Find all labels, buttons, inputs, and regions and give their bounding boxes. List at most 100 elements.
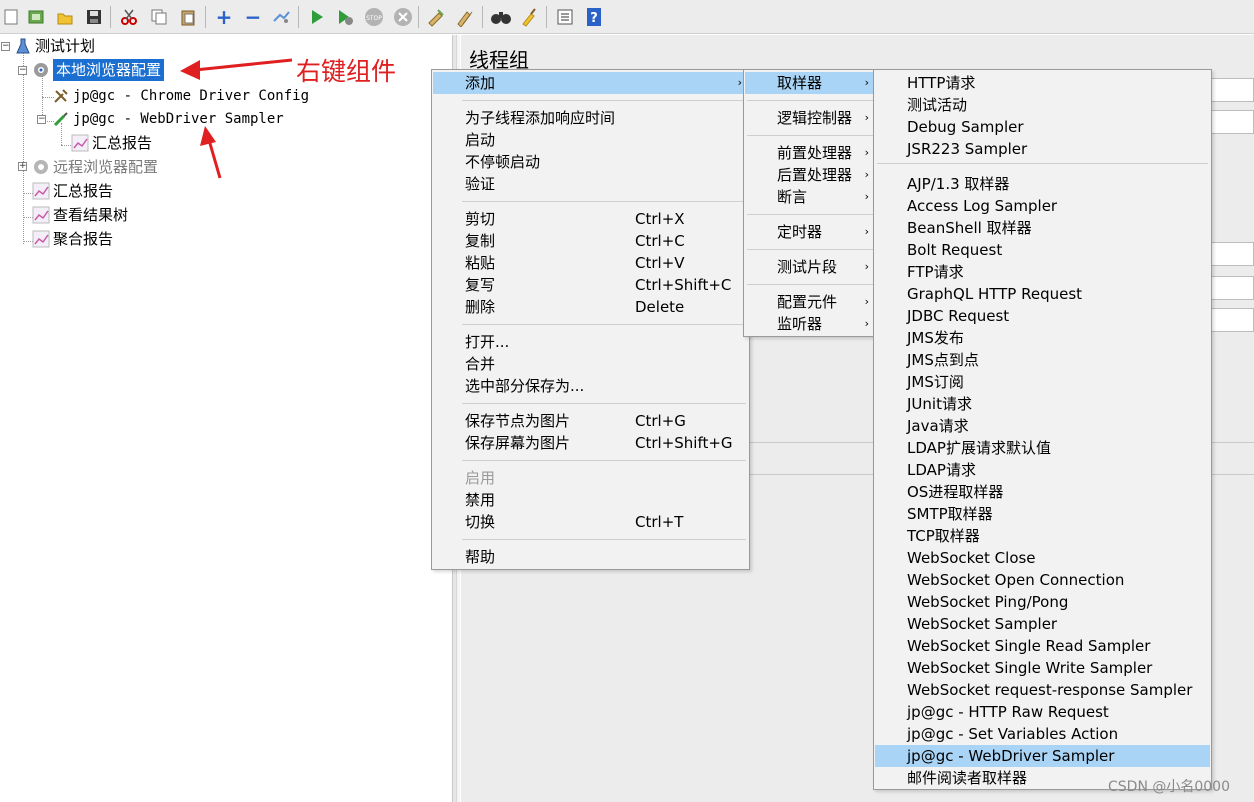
menu-item-sampler-option[interactable]: LDAP扩展请求默认值 bbox=[875, 437, 1210, 459]
templates-icon[interactable] bbox=[25, 6, 47, 28]
menu-item-assertion[interactable]: 断言 › bbox=[745, 186, 875, 208]
chart-icon bbox=[71, 134, 89, 152]
tree-node-remote-browser-config[interactable]: 远程浏览器配置 bbox=[32, 156, 158, 178]
menu-item-duplicate[interactable]: 复写 Ctrl+Shift+C bbox=[433, 274, 748, 296]
menu-item-test-fragment[interactable]: 测试片段 › bbox=[745, 256, 875, 278]
threads-field[interactable] bbox=[1210, 242, 1254, 266]
reset-search-icon[interactable] bbox=[518, 6, 540, 28]
menu-item-sampler-option[interactable]: LDAP请求 bbox=[875, 459, 1210, 481]
tree-node-label: 本地浏览器配置 bbox=[53, 59, 165, 81]
menu-item-sampler-option[interactable]: Access Log Sampler bbox=[875, 195, 1210, 217]
menu-item-listener[interactable]: 监听器 › bbox=[745, 313, 875, 335]
menu-item-sampler-option[interactable]: jp@gc - Set Variables Action bbox=[875, 723, 1210, 745]
menu-item-add-response-time[interactable]: 为子线程添加响应时间 bbox=[433, 107, 748, 129]
menu-item-timer[interactable]: 定时器 › bbox=[745, 221, 875, 243]
context-menu: 添加 › 为子线程添加响应时间 启动 不停顿启动 验证 剪切 Ctrl+X 复制 Ct… bbox=[431, 69, 750, 570]
menu-item-sampler-option[interactable]: OS进程取样器 bbox=[875, 481, 1210, 503]
function-helper-icon[interactable] bbox=[554, 6, 576, 28]
collapse-icon[interactable]: − bbox=[242, 6, 264, 28]
menu-item-save-selection-as[interactable]: 选中部分保存为... bbox=[433, 375, 748, 397]
save-icon[interactable] bbox=[83, 6, 105, 28]
menu-item-sampler-option[interactable]: BeanShell 取样器 bbox=[875, 217, 1210, 239]
start-no-pause-icon[interactable] bbox=[334, 6, 356, 28]
search-icon[interactable] bbox=[490, 6, 512, 28]
tree-expander-remote-browser[interactable]: + bbox=[18, 162, 27, 171]
menu-item-sampler-option[interactable]: WebSocket Open Connection bbox=[875, 569, 1210, 591]
tree-node-webdriver-sampler[interactable]: jp@gc - WebDriver Sampler bbox=[52, 108, 284, 130]
menu-item-sampler-option[interactable]: Bolt Request bbox=[875, 239, 1210, 261]
copy-icon[interactable] bbox=[148, 6, 170, 28]
help-icon[interactable]: ? bbox=[583, 6, 605, 28]
menu-item-sampler-option[interactable]: Debug Sampler bbox=[875, 116, 1210, 138]
clear-all-icon[interactable] bbox=[454, 6, 476, 28]
menu-item-add[interactable]: 添加 › bbox=[433, 72, 748, 94]
menu-item-sampler-option[interactable]: JSR223 Sampler bbox=[875, 138, 1210, 160]
menu-item-toggle[interactable]: 切换 Ctrl+T bbox=[433, 511, 748, 533]
clear-icon[interactable] bbox=[425, 6, 447, 28]
toggle-icon[interactable] bbox=[270, 6, 292, 28]
menu-item-validate[interactable]: 验证 bbox=[433, 173, 748, 195]
menu-item-sampler-option[interactable]: AJP/1.3 取样器 bbox=[875, 173, 1210, 195]
stop-icon[interactable]: STOP bbox=[363, 6, 385, 28]
menu-item-start[interactable]: 启动 bbox=[433, 129, 748, 151]
tree-root-expander[interactable]: − bbox=[1, 42, 10, 51]
menu-item-sampler-option[interactable]: JMS订阅 bbox=[875, 371, 1210, 393]
paste-icon[interactable] bbox=[177, 6, 199, 28]
menu-item-disable[interactable]: 禁用 bbox=[433, 489, 748, 511]
menu-item-open[interactable]: 打开... bbox=[433, 331, 748, 353]
menu-item-sampler-option[interactable]: WebSocket Close bbox=[875, 547, 1210, 569]
menu-item-save-screen-as-image[interactable]: 保存屏幕为图片 Ctrl+Shift+G bbox=[433, 432, 748, 454]
menu-item-sampler-option[interactable]: jp@gc - WebDriver Sampler bbox=[875, 745, 1210, 767]
menu-item-pre-processor[interactable]: 前置处理器 › bbox=[745, 142, 875, 164]
cut-icon[interactable] bbox=[118, 6, 140, 28]
menu-item-sampler-option[interactable]: WebSocket request-response Sampler bbox=[875, 679, 1210, 701]
menu-item-sampler-option[interactable]: GraphQL HTTP Request bbox=[875, 283, 1210, 305]
menu-item-sampler[interactable]: 取样器 › bbox=[745, 72, 875, 94]
menu-item-sampler-option[interactable]: JUnit请求 bbox=[875, 393, 1210, 415]
menu-item-sampler-option[interactable]: 测试活动 bbox=[875, 94, 1210, 116]
menu-item-post-processor[interactable]: 后置处理器 › bbox=[745, 164, 875, 186]
expand-icon[interactable]: + bbox=[213, 6, 235, 28]
menu-item-sampler-option[interactable]: TCP取样器 bbox=[875, 525, 1210, 547]
loop-count-field[interactable] bbox=[1210, 308, 1254, 332]
menu-item-sampler-option[interactable]: SMTP取样器 bbox=[875, 503, 1210, 525]
menu-item-paste[interactable]: 粘贴 Ctrl+V bbox=[433, 252, 748, 274]
menu-item-sampler-option[interactable]: JMS点到点 bbox=[875, 349, 1210, 371]
name-field[interactable] bbox=[1210, 78, 1254, 102]
menu-item-sampler-option[interactable]: WebSocket Single Write Sampler bbox=[875, 657, 1210, 679]
chevron-right-icon: › bbox=[864, 111, 869, 124]
shutdown-icon[interactable] bbox=[392, 6, 414, 28]
menu-item-save-node-as-image[interactable]: 保存节点为图片 Ctrl+G bbox=[433, 410, 748, 432]
menu-item-sampler-option[interactable]: Java请求 bbox=[875, 415, 1210, 437]
menu-item-logic-controller[interactable]: 逻辑控制器 › bbox=[745, 107, 875, 129]
menu-item-cut[interactable]: 剪切 Ctrl+X bbox=[433, 208, 748, 230]
tree-node-local-browser-config[interactable]: 本地浏览器配置 bbox=[32, 59, 165, 81]
open-icon[interactable] bbox=[54, 6, 76, 28]
menu-item-sampler-option[interactable]: HTTP请求 bbox=[875, 72, 1210, 94]
menu-item-sampler-option[interactable]: WebSocket Single Read Sampler bbox=[875, 635, 1210, 657]
tree-node-view-results-tree[interactable]: 查看结果树 bbox=[32, 204, 128, 226]
menu-item-copy[interactable]: 复制 Ctrl+C bbox=[433, 230, 748, 252]
tree-node-test-plan[interactable]: 测试计划 bbox=[14, 35, 95, 57]
menu-item-sampler-option[interactable]: jp@gc - HTTP Raw Request bbox=[875, 701, 1210, 723]
tree-node-chrome-driver-config[interactable]: jp@gc - Chrome Driver Config bbox=[52, 85, 309, 107]
menu-item-sampler-option[interactable]: FTP请求 bbox=[875, 261, 1210, 283]
tree-node-aggregate-report[interactable]: 聚合报告 bbox=[32, 228, 113, 250]
menu-item-help[interactable]: 帮助 bbox=[433, 546, 748, 568]
tree-expander-webdriver-sampler[interactable]: − bbox=[37, 115, 46, 124]
menu-item-sampler-option[interactable]: JMS发布 bbox=[875, 327, 1210, 349]
comment-field[interactable] bbox=[1210, 110, 1254, 134]
menu-item-sampler-option[interactable]: WebSocket Ping/Pong bbox=[875, 591, 1210, 613]
tree-node-summary-report[interactable]: 汇总报告 bbox=[32, 180, 113, 202]
start-icon[interactable] bbox=[306, 6, 328, 28]
tree-node-summary-report-child[interactable]: 汇总报告 bbox=[71, 132, 152, 154]
menu-item-config-element[interactable]: 配置元件 › bbox=[745, 291, 875, 313]
ramp-up-field[interactable] bbox=[1210, 276, 1254, 300]
new-icon[interactable] bbox=[0, 6, 22, 28]
menu-item-sampler-option[interactable]: JDBC Request bbox=[875, 305, 1210, 327]
menu-item-merge[interactable]: 合并 bbox=[433, 353, 748, 375]
menu-item-start-no-pause[interactable]: 不停顿启动 bbox=[433, 151, 748, 173]
menu-item-delete[interactable]: 删除 Delete bbox=[433, 296, 748, 318]
menu-item-sampler-option[interactable]: WebSocket Sampler bbox=[875, 613, 1210, 635]
tree-expander-local-browser[interactable]: − bbox=[18, 66, 27, 75]
